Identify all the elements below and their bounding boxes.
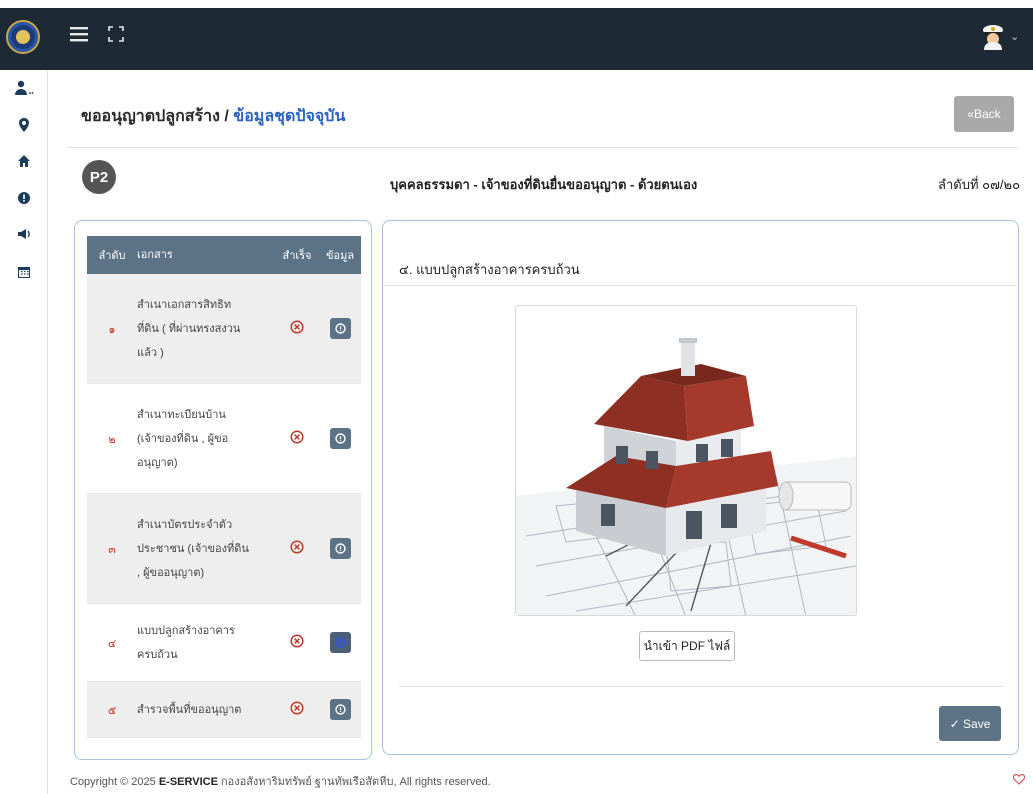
error-circle-x-icon (290, 540, 304, 554)
info-circle-button-icon[interactable] (329, 428, 351, 449)
doc-line: สำเนาทะเบียนบ้าน (137, 408, 226, 421)
calendar-icon[interactable] (0, 266, 48, 281)
doc-line: ที่ดิน ( ที่ผ่านทรงสงวน (137, 322, 241, 335)
doc-line: อนุญาต) (137, 456, 178, 469)
house-blueprint-image (515, 305, 857, 616)
error-circle-x-icon (290, 634, 304, 648)
divider (399, 686, 1003, 687)
main-content: ขออนุญาตปลูกสร้าง / ข้อมูลชุดปัจจุบัน «B… (48, 70, 1033, 794)
doc-line: , ผู้ขออนุญาต) (137, 566, 205, 579)
home-icon[interactable] (0, 155, 48, 170)
row-no: ๕ (107, 704, 117, 717)
row-info (319, 428, 361, 449)
error-circle-x-icon (290, 430, 304, 444)
doc-line: แบบปลูกสร้างอาคาร (137, 624, 235, 637)
breadcrumb: ขออนุญาตปลูกสร้าง / ข้อมูลชุดปัจจุบัน (81, 104, 345, 129)
table-header: ลำดับ เอกสาร สำเร็จ ข้อมูล (87, 236, 361, 274)
table-row: ๒ สำเนาทะเบียนบ้าน (เจ้าของที่ดิน , ผู้ข… (87, 384, 361, 494)
row-info (319, 632, 361, 653)
app-frame: ⌄ ขออนุญาตปลูกสร้าง / ข้อมูลชุดปัจจุบัน … (0, 8, 1033, 794)
row-info (319, 318, 361, 339)
footer: Copyright © 2025 E-SERVICE กองอสังหาริมท… (70, 772, 491, 790)
footer-brand: E-SERVICE (158, 776, 218, 788)
error-circle-x-icon (290, 701, 304, 715)
sequence-number: ลำดับที่ ๐๗/๒๐ (938, 177, 1020, 192)
row-no: ๔ (107, 637, 117, 650)
row-document: สำรวจพื้นที่ขออนุญาต (137, 698, 275, 722)
row-document: สำเนาบัตรประจำตัว ประชาชน (เจ้าของที่ดิน… (137, 513, 275, 585)
import-pdf-button[interactable]: นำเข้า PDF ไฟล์ (639, 631, 735, 661)
doc-line: ประชาชน (เจ้าของที่ดิน (137, 542, 249, 555)
table-row: ๔ แบบปลูกสร้างอาคาร ครบถ้วน (87, 604, 361, 682)
row-status (275, 701, 319, 718)
documents-table: ลำดับ เอกสาร สำเร็จ ข้อมูล ๑ สำเนาเอกสาร… (87, 236, 361, 738)
row-document: แบบปลูกสร้างอาคาร ครบถ้วน (137, 619, 275, 667)
row-no: ๒ (108, 433, 116, 446)
doc-line: ครบถ้วน (137, 648, 178, 661)
back-button[interactable]: «Back (954, 96, 1014, 132)
document-detail-panel: ๔. แบบปลูกสร้างอาคารครบถ้วน นำเข้า PDF ไ… (382, 220, 1019, 755)
row-status (275, 634, 319, 651)
row-document: สำเนาทะเบียนบ้าน (เจ้าของที่ดิน , ผู้ขอ … (137, 403, 275, 475)
row-info (319, 538, 361, 559)
top-bar: ⌄ (0, 8, 1033, 70)
info-icon[interactable] (0, 192, 48, 207)
navy-emblem-icon[interactable] (6, 20, 40, 54)
documents-panel: ลำดับ เอกสาร สำเร็จ ข้อมูล ๑ สำเนาเอกสาร… (74, 220, 372, 760)
footer-prefix: Copyright © 2025 (70, 776, 159, 788)
footer-suffix: กองอสังหาริมทรัพย์ ฐานทัพเรือสัตหีบ, All… (217, 776, 491, 788)
breadcrumb-main: ขออนุญาตปลูกสร้าง / (81, 108, 229, 125)
navy-officer-avatar-icon[interactable] (982, 24, 1004, 50)
table-row: ๑ สำเนาเอกสารสิทธิท ที่ดิน ( ที่ผ่านทรงส… (87, 274, 361, 384)
chevron-down-icon[interactable]: ⌄ (1010, 30, 1019, 43)
hamburger-menu-icon[interactable] (70, 26, 88, 42)
row-status (275, 540, 319, 557)
sidebar-item-user-group[interactable] (0, 80, 48, 99)
divider (383, 285, 1017, 286)
doc-line: แล้ว ) (137, 346, 164, 359)
breadcrumb-link-current[interactable]: ข้อมูลชุดปัจจุบัน (233, 108, 345, 125)
row-status (275, 430, 319, 447)
row-status (275, 320, 319, 337)
col-document: เอกสาร (137, 249, 173, 261)
map-pin-icon[interactable] (0, 118, 48, 135)
expand-icon[interactable] (108, 26, 124, 42)
save-button[interactable]: ✓ Save (939, 706, 1001, 741)
row-document: สำเนาเอกสารสิทธิท ที่ดิน ( ที่ผ่านทรงสงว… (137, 293, 275, 365)
person-type-text: บุคคลธรรมดา - เจ้าของที่ดินยื่นขออนุญาต … (390, 177, 698, 192)
row-no: ๑ (108, 323, 116, 336)
doc-line: สำเนาเอกสารสิทธิท (137, 298, 232, 311)
megaphone-icon[interactable] (0, 228, 48, 243)
row-no: ๓ (108, 543, 116, 556)
application-badge: P2 (82, 160, 116, 194)
col-info: ข้อมูล (325, 250, 355, 262)
doc-line: (เจ้าของที่ดิน , ผู้ขอ (137, 432, 229, 445)
detail-title: ๔. แบบปลูกสร้างอาคารครบถ้วน (399, 262, 580, 277)
col-complete: สำเร็จ (282, 250, 312, 262)
doc-line: สำเนาบัตรประจำตัว (137, 518, 233, 531)
col-no: ลำดับ (98, 250, 126, 262)
doc-line: สำรวจพื้นที่ขออนุญาต (137, 703, 242, 716)
table-row: ๕ สำรวจพื้นที่ขออนุญาต (87, 682, 361, 738)
info-circle-button-icon[interactable] (329, 318, 351, 339)
page-header: ขออนุญาตปลูกสร้าง / ข้อมูลชุดปัจจุบัน «B… (68, 70, 1018, 148)
sidebar (0, 70, 48, 794)
heart-icon (1012, 772, 1026, 785)
row-info (319, 699, 361, 720)
info-circle-button-icon[interactable] (329, 699, 351, 720)
info-circle-button-icon[interactable] (329, 538, 351, 559)
error-circle-x-icon (290, 320, 304, 334)
info-circle-button-icon[interactable] (329, 632, 351, 653)
table-row: ๓ สำเนาบัตรประจำตัว ประชาชน (เจ้าของที่ด… (87, 494, 361, 604)
